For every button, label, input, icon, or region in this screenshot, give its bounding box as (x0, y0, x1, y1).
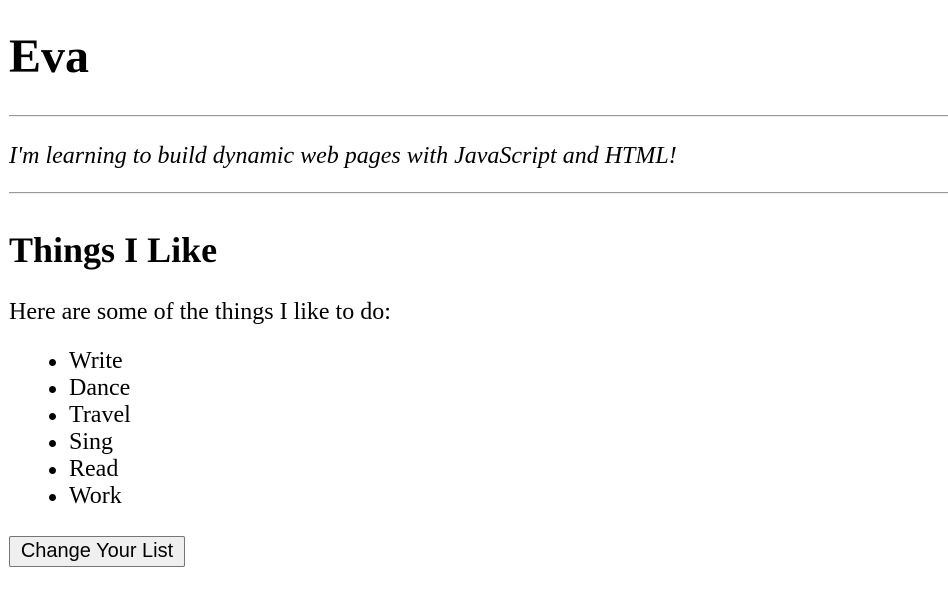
list-item: Dance (9, 375, 131, 402)
divider-top (9, 115, 948, 117)
section-heading: Things I Like (9, 230, 218, 270)
intro-text: Here are some of the things I like to do… (9, 299, 391, 325)
list-item: Read (9, 456, 131, 483)
list-item: Write (9, 348, 131, 375)
page: Eva I'm learning to build dynamic web pa… (0, 0, 948, 592)
page-title: Eva (9, 30, 90, 83)
list-item: Sing (9, 429, 131, 456)
list-item: Work (9, 483, 131, 510)
likes-list: Write Dance Travel Sing Read Work (9, 348, 131, 510)
tagline: I'm learning to build dynamic web pages … (9, 143, 677, 169)
list-item: Travel (9, 402, 131, 429)
divider-bottom (9, 192, 948, 194)
change-list-button[interactable]: Change Your List (9, 536, 185, 567)
